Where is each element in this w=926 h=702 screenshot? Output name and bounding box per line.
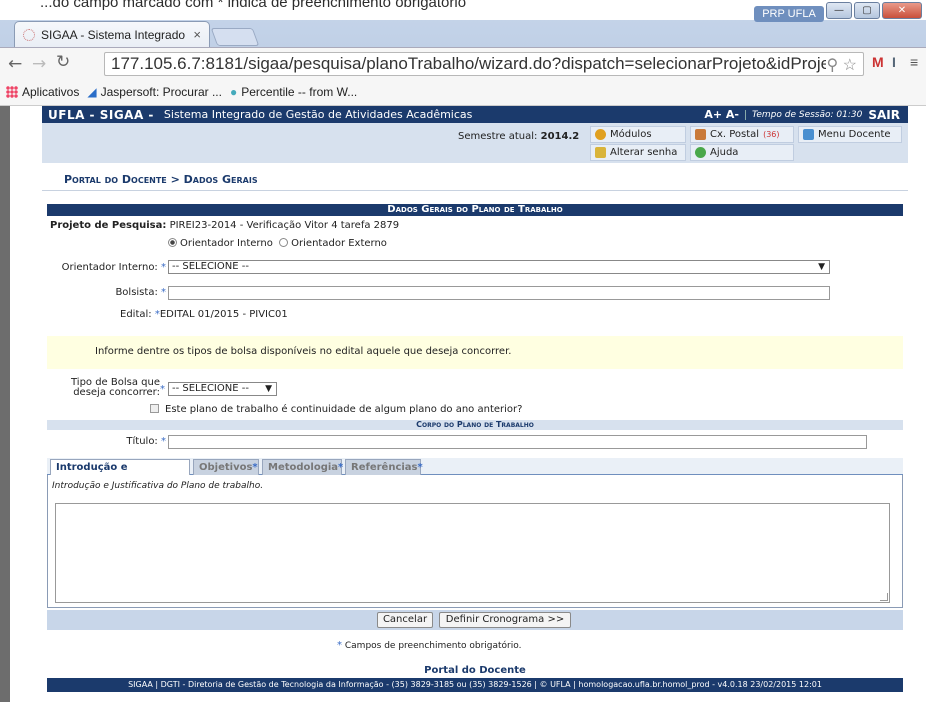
tab-introducao[interactable]: Introdução e Justificativa* — [50, 459, 190, 488]
ajuda-button[interactable]: Ajuda — [690, 144, 794, 161]
browser-tab[interactable]: SIGAA - Sistema Integrado × — [14, 21, 210, 47]
radio-orientador-interno[interactable]: Orientador Interno — [168, 238, 273, 249]
semester-info: Semestre atual: 2014.2 — [458, 131, 580, 142]
maximize-button[interactable]: ▢ — [854, 2, 880, 19]
modulos-icon — [595, 129, 606, 140]
projeto-value: PIREI23-2014 - Verificação Vitor 4 taref… — [169, 220, 400, 231]
star-icon[interactable]: ⚲ ☆ — [826, 55, 857, 75]
edital-value: EDITAL 01/2015 - PIVIC01 — [159, 309, 288, 320]
logout-link[interactable]: SAIR — [868, 108, 900, 122]
reload-icon[interactable]: ↻ — [56, 52, 70, 72]
bookmark-apps[interactable]: Aplicativos — [6, 85, 79, 99]
new-tab-button[interactable] — [210, 28, 260, 46]
tab-close-icon[interactable]: × — [193, 27, 201, 42]
bolsista-label: Bolsista: * — [115, 287, 166, 298]
cx-postal-button[interactable]: Cx. Postal (36) — [690, 126, 794, 143]
resize-grip-icon[interactable] — [880, 593, 888, 601]
tipo-bolsa-label: Tipo de Bolsa que deseja concorrer: — [70, 377, 160, 398]
edital-row: Edital: *EDITAL 01/2015 - PIVIC01 — [120, 309, 288, 320]
section-title: Dados Gerais do Plano de Trabalho — [47, 204, 903, 216]
forward-arrow-icon[interactable]: → — [32, 54, 46, 74]
url-text[interactable]: 177.105.6.7:8181/sigaa/pesquisa/planoTra… — [111, 54, 843, 74]
bolsa-notice: Informe dentre os tipos de bolsa disponí… — [47, 336, 903, 369]
window-controls: — ▢ ✕ — [826, 2, 922, 19]
left-rail — [0, 106, 10, 702]
breadcrumb[interactable]: Portal do Docente > Dados Gerais — [64, 173, 258, 186]
bookmark-jaspersoft[interactable]: ◢ Jaspersoft: Procurar ... — [87, 85, 222, 99]
introducao-textarea[interactable] — [55, 503, 890, 603]
info-bar: Semestre atual: 2014.2 Módulos Cx. Posta… — [42, 123, 908, 163]
tab-objetivos[interactable]: Objetivos* — [193, 459, 259, 475]
bookmark-percentile[interactable]: ● Percentile -- from W... — [230, 85, 357, 99]
cancel-button[interactable]: Cancelar — [377, 612, 433, 628]
help-icon — [695, 147, 706, 158]
close-window-button[interactable]: ✕ — [882, 2, 922, 19]
bookmarks-bar: Aplicativos ◢ Jaspersoft: Procurar ... ● P… — [0, 79, 926, 106]
projeto-row: Projeto de Pesquisa: PIREI23-2014 - Veri… — [50, 220, 400, 231]
brand: UFLA - SIGAA - — [48, 107, 154, 122]
window-label: PRP UFLA — [754, 6, 824, 22]
tipo-bolsa-select[interactable]: -- SELECIONE -- ▼ — [168, 382, 277, 396]
alterar-senha-button[interactable]: Alterar senha — [590, 144, 686, 161]
orientador-label: Orientador Interno: * — [61, 262, 166, 273]
gmail-extension-icon[interactable]: M — [872, 54, 884, 70]
sigaa-page: UFLA - SIGAA - Sistema Integrado de Gest… — [42, 106, 908, 702]
tab-referencias[interactable]: Referências* — [345, 459, 423, 475]
jaspersoft-icon: ◢ — [87, 85, 97, 99]
mailbox-icon — [695, 129, 706, 140]
required-mark: * — [160, 384, 165, 395]
system-subtitle: Sistema Integrado de Gestão de Atividade… — [163, 108, 473, 121]
percentile-icon: ● — [229, 85, 238, 99]
action-bar: Cancelar Definir Cronograma >> — [47, 610, 903, 630]
bolsista-input[interactable] — [168, 286, 830, 300]
session-timer: Tempo de Sessão: 01:30 — [744, 109, 862, 120]
address-bar[interactable]: 177.105.6.7:8181/sigaa/pesquisa/planoTra… — [104, 52, 864, 76]
titulo-input[interactable] — [168, 435, 867, 449]
left-margin — [10, 106, 42, 702]
plan-tabs: Introdução e Justificativa* Objetivos* M… — [47, 458, 903, 488]
font-size-controls[interactable]: A+ A- — [704, 108, 739, 121]
minimize-button[interactable]: — — [826, 2, 852, 19]
continuidade-checkbox[interactable] — [150, 404, 159, 413]
divider — [42, 190, 908, 191]
menu-docente-button[interactable]: Menu Docente — [798, 126, 902, 143]
titulo-label: Título: * — [126, 436, 166, 447]
tab-metodologia[interactable]: Metodologia* — [262, 459, 343, 475]
menu-docente-icon — [803, 129, 814, 140]
right-margin — [908, 106, 926, 702]
modulos-button[interactable]: Módulos — [590, 126, 686, 143]
orientador-select[interactable]: -- SELECIONE -- ▼ — [168, 260, 830, 274]
corpo-title: Corpo do Plano de Trabalho — [47, 420, 903, 430]
loading-icon — [23, 28, 35, 41]
continuidade-row[interactable]: Este plano de trabalho é continuidade de… — [150, 404, 522, 415]
definir-cronograma-button[interactable]: Definir Cronograma >> — [439, 612, 571, 628]
tab-title: SIGAA - Sistema Integrado — [41, 27, 186, 42]
radio-orientador-externo[interactable]: Orientador Externo — [279, 238, 387, 249]
browser-chrome: ...do campo marcado com * indica de pree… — [0, 0, 926, 106]
extension-icon[interactable]: I — [892, 54, 896, 70]
tab-description: Introdução e Justificativa do Plano de t… — [52, 481, 264, 491]
apps-grid-icon — [6, 86, 18, 98]
back-arrow-icon[interactable]: ← — [8, 54, 22, 74]
system-header: UFLA - SIGAA - Sistema Integrado de Gest… — [42, 106, 908, 123]
overlay-text: ...do campo marcado com * indica de pree… — [40, 0, 467, 11]
tab-panel: Introdução e Justificativa do Plano de t… — [47, 475, 903, 608]
key-icon — [595, 147, 606, 158]
orientador-type-radios: Orientador Interno Orientador Externo — [168, 238, 387, 249]
portal-docente-link[interactable]: Portal do Docente — [42, 665, 908, 676]
required-note: * Campos de preenchimento obrigatório. — [337, 640, 522, 651]
browser-toolbar: ← → ↻ 177.105.6.7:8181/sigaa/pesquisa/pl… — [0, 47, 926, 79]
menu-icon[interactable]: ≡ — [910, 54, 918, 70]
footer: SIGAA | DGTI - Diretoria de Gestão de Te… — [47, 678, 903, 692]
